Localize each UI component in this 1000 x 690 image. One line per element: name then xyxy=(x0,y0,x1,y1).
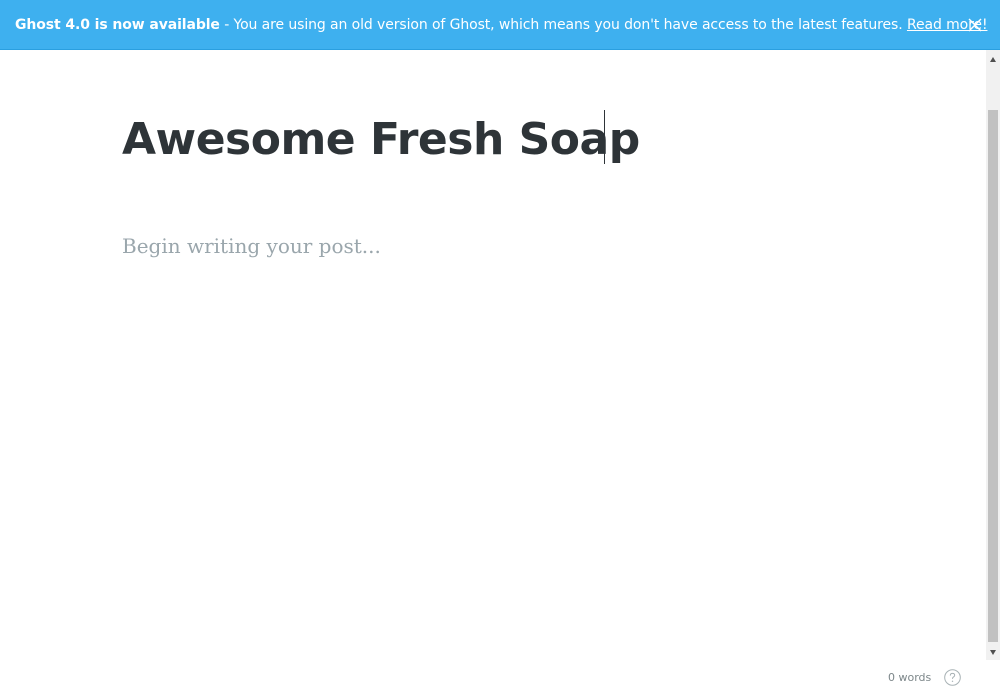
post-editor: Begin writing your post... 0 words xyxy=(0,50,986,686)
word-count: 0 words xyxy=(888,671,932,684)
vertical-scrollbar[interactable] xyxy=(986,50,1000,660)
text-caret xyxy=(604,110,605,164)
banner-message: - You are using an old version of Ghost,… xyxy=(219,17,907,33)
update-banner: Ghost 4.0 is now available - You are usi… xyxy=(0,0,1000,50)
close-icon[interactable] xyxy=(968,17,982,32)
post-body-editor[interactable]: Begin writing your post... xyxy=(122,234,381,258)
scrollbar-thumb[interactable] xyxy=(988,110,998,642)
scroll-down-arrow-icon[interactable] xyxy=(986,644,1000,658)
banner-text: Ghost 4.0 is now available - You are usi… xyxy=(15,0,988,50)
scroll-up-arrow-icon[interactable] xyxy=(986,52,1000,66)
question-mark-icon[interactable] xyxy=(944,669,961,686)
banner-headline: Ghost 4.0 is now available xyxy=(15,17,220,33)
post-title-input[interactable] xyxy=(122,110,882,168)
